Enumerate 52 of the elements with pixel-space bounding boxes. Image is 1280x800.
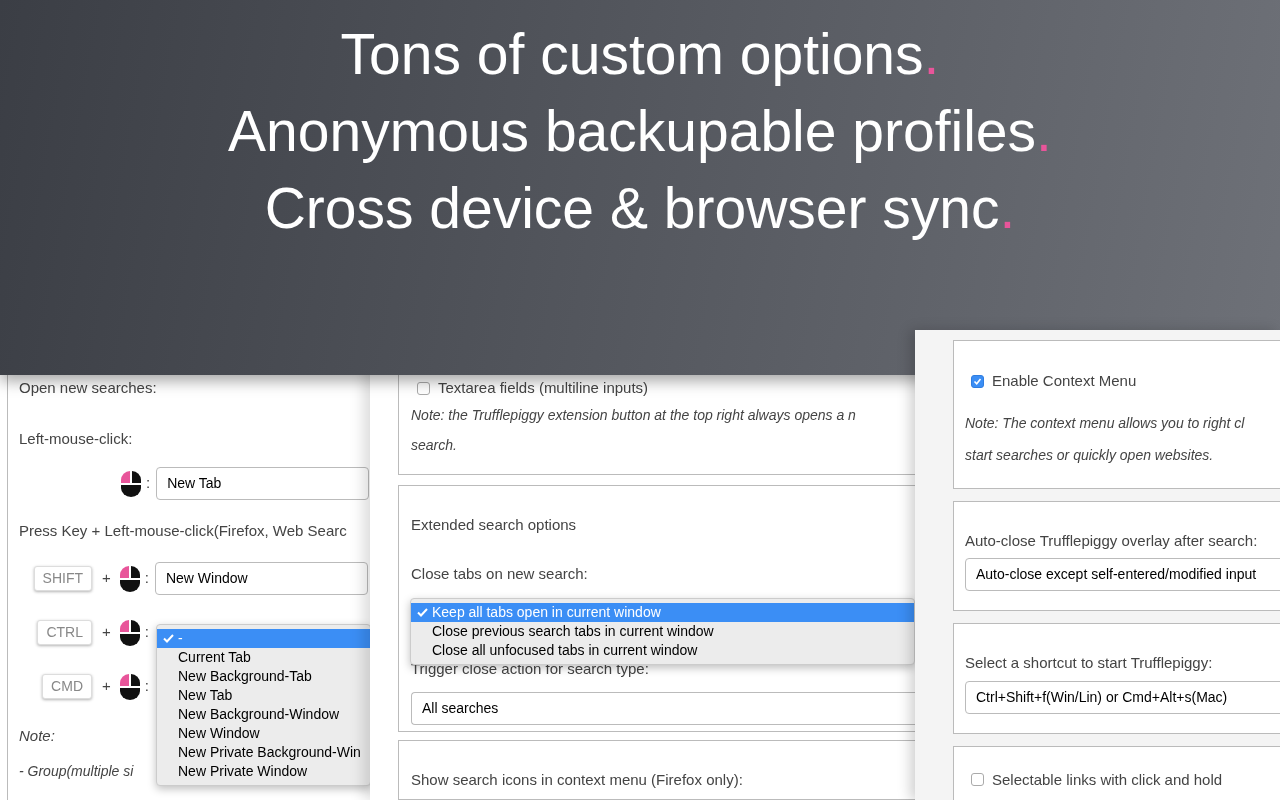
checkbox[interactable] (417, 381, 430, 395)
mouse-icon (119, 565, 140, 592)
key-cap: CTRL (37, 620, 92, 645)
field-label: Press Key + Left-mouse-click(Firefox, Web Searc (19, 521, 348, 541)
field-label: Left-mouse-click: (19, 428, 134, 449)
colon-text: : (146, 473, 151, 494)
field-label: Show search icons in context menu (Firefox only): (411, 770, 744, 790)
select-field[interactable]: New Tab (156, 467, 370, 500)
plus-text: + (102, 676, 111, 697)
select-field[interactable]: Ctrl+Shift+f(Win/Lin) or Cmd+Alt+s(Mac) (965, 680, 1280, 714)
option-label: Textarea fields (multiline inputs) (438, 378, 649, 398)
check-icon (417, 607, 428, 617)
mouse-icon (119, 673, 140, 700)
check-icon (163, 634, 174, 643)
option-label: Enable Context Menu (992, 371, 1137, 391)
checkbox[interactable] (971, 773, 984, 787)
note-text: - Group(multiple si (19, 762, 134, 781)
dropdown-option[interactable]: New Private Background-Win (157, 743, 370, 762)
headline-text: Anonymous backupable profiles. (228, 98, 1052, 165)
check-icon (973, 376, 982, 386)
key-cap: SHIFT (33, 566, 92, 591)
plus-text: + (102, 568, 111, 589)
field-label: Auto-close Trufflepiggy overlay after search: (965, 530, 1259, 551)
field-label: Close tabs on new search: (411, 564, 589, 584)
headline-text: Cross device & browser sync. (264, 175, 1016, 242)
headline-text: Tons of custom options. (340, 21, 940, 88)
dropdown-option[interactable]: New Background-Tab (157, 667, 370, 686)
dropdown-option[interactable]: Close previous search tabs in current window (411, 621, 914, 641)
colon-text: : (144, 622, 149, 643)
select-field[interactable]: Auto-close except self-entered/modified input (965, 558, 1280, 591)
mouse-icon (121, 470, 141, 497)
dropdown-option[interactable]: Current Tab (157, 648, 370, 667)
option-label: Selectable links with click and hold (992, 769, 1223, 790)
note-text: Note: The context menu allows you to right cl start searches or quickly open websites. (965, 413, 1246, 465)
select-field[interactable]: New Window (154, 562, 368, 595)
dropdown-option[interactable]: Close all unfocused tabs in current window (411, 640, 914, 660)
colon-text: : (144, 568, 149, 589)
note-label: Note: (19, 725, 55, 746)
checkbox[interactable] (971, 374, 984, 388)
dropdown-option[interactable]: New Background-Window (157, 705, 370, 724)
dropdown-option[interactable]: New Tab (157, 686, 370, 705)
section-heading: Open new searches: (19, 378, 158, 398)
key-cap: CMD (42, 674, 92, 699)
mouse-icon (119, 619, 140, 646)
plus-text: + (102, 622, 111, 643)
section-heading: Extended search options (411, 514, 578, 535)
select-field[interactable]: All searches (411, 692, 915, 725)
note-text: Note: the Trufflepiggy extension button at the top right always opens a n search. (411, 405, 857, 455)
colon-text: : (144, 676, 149, 697)
dropdown-option[interactable]: New Private Window (157, 762, 370, 781)
dropdown-option[interactable]: New Window (157, 724, 370, 743)
field-label: Select a shortcut to start Trufflepiggy: (965, 653, 1214, 673)
